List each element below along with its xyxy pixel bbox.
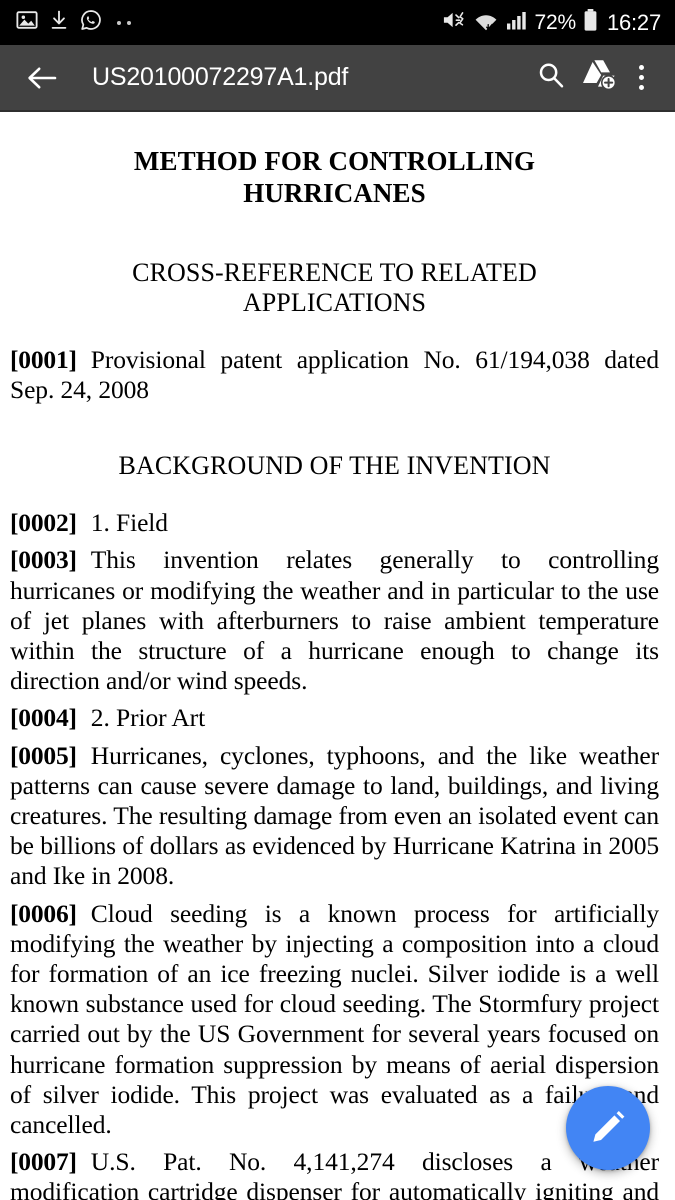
pencil-icon (587, 1105, 629, 1152)
whatsapp-icon (80, 9, 102, 36)
paragraph-text: U.S. Pat. No. 4,141,274 discloses a weat… (10, 1147, 659, 1200)
overflow-menu-button[interactable] (623, 54, 659, 102)
status-bar-notifications (16, 9, 131, 36)
battery-percent-label: 72% (534, 11, 577, 34)
paragraph-text: Provisional patent application No. 61/19… (10, 345, 659, 405)
search-button[interactable] (527, 54, 575, 102)
paragraph-text: 1. Field (90, 508, 168, 538)
download-icon (49, 9, 69, 36)
overflow-menu-icon (638, 65, 644, 90)
section-heading-cross-reference: CROSS-REFERENCE TO RELATED APPLICATIONS (132, 257, 537, 318)
paragraph-text: 2. Prior Art (90, 703, 206, 733)
more-notifications-dots-icon (117, 20, 131, 25)
paragraph-number: [0007] (10, 1147, 77, 1177)
status-bar: 72% 16:27 (0, 0, 675, 45)
paragraph-0001: [0001] Provisional patent application No.… (10, 345, 659, 405)
paragraph-number: [0002] (10, 508, 77, 538)
save-to-drive-button[interactable] (575, 54, 623, 102)
pdf-page: METHOD FOR CONTROLLING HURRICANES CROSS-… (0, 146, 675, 1200)
paragraph-0007: [0007] U.S. Pat. No. 4,141,274 discloses … (10, 1147, 659, 1200)
battery-icon (583, 8, 598, 37)
pdf-page-viewport[interactable]: METHOD FOR CONTROLLING HURRICANES CROSS-… (0, 112, 675, 1200)
back-button[interactable] (22, 58, 62, 98)
drive-add-icon (581, 58, 617, 97)
volume-mute-icon (442, 9, 466, 36)
status-bar-clock: 16:27 (606, 9, 661, 35)
wifi-icon (473, 9, 499, 36)
page-title: METHOD FOR CONTROLLING HURRICANES (133, 146, 536, 208)
paragraph-text: Cloud seeding is a known process for art… (10, 898, 659, 1139)
image-icon (16, 9, 38, 36)
document-title: US20100072297A1.pdf (92, 63, 349, 91)
paragraph-0005: [0005] Hurricanes, cyclones, typhoons, an… (10, 741, 659, 892)
paragraph-number: [0001] (10, 345, 77, 375)
app-bar: US20100072297A1.pdf (0, 45, 675, 112)
paragraph-number: [0006] (10, 898, 77, 928)
search-icon (536, 60, 566, 95)
status-bar-system: 72% 16:27 (442, 8, 661, 37)
paragraph-0003: [0003] This invention relates generally t… (10, 545, 659, 696)
paragraph-number: [0004] (10, 703, 77, 733)
paragraph-0002: [0002] 1. Field (10, 508, 659, 538)
paragraph-text: Hurricanes, cyclones, typhoons, and the … (10, 740, 659, 891)
pdf-viewer-screen: 72% 16:27 US20100072297A1.pdf METHOD FOR… (0, 0, 675, 1200)
section-heading-background: BACKGROUND OF THE INVENTION (118, 451, 551, 481)
edit-fab[interactable] (566, 1086, 650, 1170)
paragraph-number: [0003] (10, 545, 77, 575)
cellular-signal-icon (506, 9, 528, 36)
paragraph-text: This invention relates generally to cont… (10, 545, 659, 696)
paragraph-number: [0005] (10, 740, 77, 770)
paragraph-0004: [0004] 2. Prior Art (10, 703, 659, 733)
paragraph-0006: [0006] Cloud seeding is a known process f… (10, 899, 659, 1141)
